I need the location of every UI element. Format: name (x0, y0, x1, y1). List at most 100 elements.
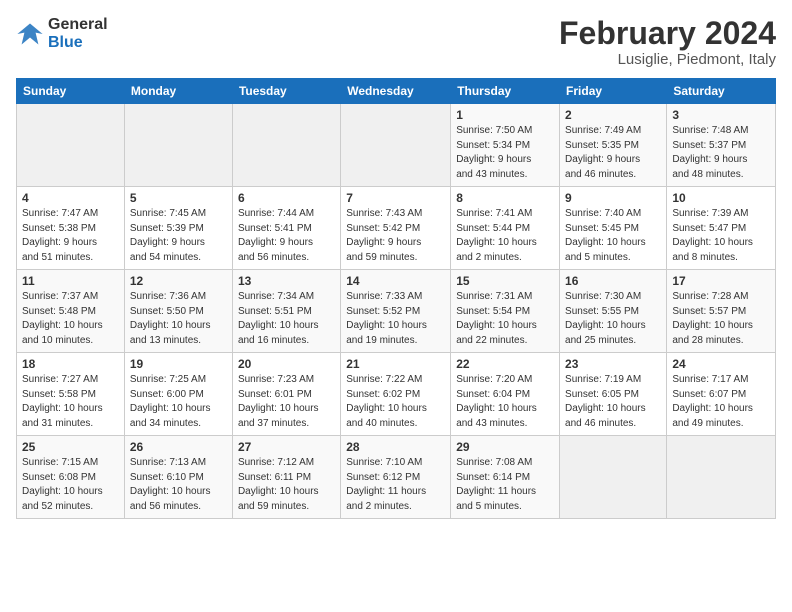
calendar-cell: 17 Sunrise: 7:28 AM Sunset: 5:57 PM Dayli… (667, 270, 776, 353)
week-row-1: 1Sunrise: 7:50 AM Sunset: 5:34 PM Daylig… (17, 104, 776, 187)
day-info: Sunrise: 7:50 AM Sunset: 5:34 PM Dayligh… (456, 124, 554, 182)
calendar-cell: 21 Sunrise: 7:22 AM Sunset: 6:02 PM Dayli… (341, 353, 451, 436)
calendar-cell: 5Sunrise: 7:45 AM Sunset: 5:39 PM Daylig… (124, 187, 232, 270)
calendar-cell: 23Sunrise: 7:19 AM Sunset: 6:05 PM Dayli… (560, 353, 667, 436)
day-number: 3 (672, 108, 770, 122)
day-info: Sunrise: 7:43 AM Sunset: 5:42 PM Dayligh… (346, 207, 445, 265)
day-info: Sunrise: 7:30 AM Sunset: 5:55 PM Dayligh… (565, 290, 661, 348)
calendar-cell: 27 Sunrise: 7:12 AM Sunset: 6:11 PM Dayli… (232, 436, 340, 519)
calendar-cell (232, 104, 340, 187)
day-header-friday: Friday (560, 79, 667, 104)
calendar-cell: 2 Sunrise: 7:49 AM Sunset: 5:35 PM Daylig… (560, 104, 667, 187)
calendar-cell: 29 Sunrise: 7:08 AM Sunset: 6:14 PM Dayli… (451, 436, 560, 519)
day-info: Sunrise: 7:45 AM Sunset: 5:39 PM Dayligh… (130, 207, 227, 265)
day-info: Sunrise: 7:44 AM Sunset: 5:41 PM Dayligh… (238, 207, 335, 265)
day-info: Sunrise: 7:27 AM Sunset: 5:58 PM Dayligh… (22, 373, 119, 431)
calendar-cell: 16 Sunrise: 7:30 AM Sunset: 5:55 PM Dayli… (560, 270, 667, 353)
day-number: 4 (22, 191, 119, 205)
day-number: 8 (456, 191, 554, 205)
calendar-cell: 12 Sunrise: 7:36 AM Sunset: 5:50 PM Dayli… (124, 270, 232, 353)
calendar-cell: 7 Sunrise: 7:43 AM Sunset: 5:42 PM Daylig… (341, 187, 451, 270)
day-number: 9 (565, 191, 661, 205)
day-info: Sunrise: 7:37 AM Sunset: 5:48 PM Dayligh… (22, 290, 119, 348)
calendar-subtitle: Lusiglie, Piedmont, Italy (559, 51, 776, 68)
day-info: Sunrise: 7:23 AM Sunset: 6:01 PM Dayligh… (238, 373, 335, 431)
calendar-cell: 1Sunrise: 7:50 AM Sunset: 5:34 PM Daylig… (451, 104, 560, 187)
day-header-tuesday: Tuesday (232, 79, 340, 104)
calendar-cell (124, 104, 232, 187)
day-number: 24 (672, 357, 770, 371)
day-number: 23 (565, 357, 661, 371)
day-info: Sunrise: 7:10 AM Sunset: 6:12 PM Dayligh… (346, 456, 445, 514)
day-info: Sunrise: 7:48 AM Sunset: 5:37 PM Dayligh… (672, 124, 770, 182)
day-info: Sunrise: 7:39 AM Sunset: 5:47 PM Dayligh… (672, 207, 770, 265)
day-info: Sunrise: 7:13 AM Sunset: 6:10 PM Dayligh… (130, 456, 227, 514)
day-info: Sunrise: 7:15 AM Sunset: 6:08 PM Dayligh… (22, 456, 119, 514)
day-number: 2 (565, 108, 661, 122)
calendar-cell: 19 Sunrise: 7:25 AM Sunset: 6:00 PM Dayli… (124, 353, 232, 436)
day-number: 19 (130, 357, 227, 371)
day-number: 29 (456, 440, 554, 454)
day-info: Sunrise: 7:36 AM Sunset: 5:50 PM Dayligh… (130, 290, 227, 348)
day-header-monday: Monday (124, 79, 232, 104)
calendar-cell: 13 Sunrise: 7:34 AM Sunset: 5:51 PM Dayli… (232, 270, 340, 353)
day-info: Sunrise: 7:49 AM Sunset: 5:35 PM Dayligh… (565, 124, 661, 182)
title-area: February 2024 Lusiglie, Piedmont, Italy (559, 16, 776, 68)
day-number: 28 (346, 440, 445, 454)
day-info: Sunrise: 7:40 AM Sunset: 5:45 PM Dayligh… (565, 207, 661, 265)
day-number: 26 (130, 440, 227, 454)
day-info: Sunrise: 7:08 AM Sunset: 6:14 PM Dayligh… (456, 456, 554, 514)
header: General Blue February 2024 Lusiglie, Pie… (16, 16, 776, 68)
day-number: 16 (565, 274, 661, 288)
day-number: 27 (238, 440, 335, 454)
logo-text: General Blue (48, 16, 108, 51)
calendar-cell: 8 Sunrise: 7:41 AM Sunset: 5:44 PM Daylig… (451, 187, 560, 270)
calendar-cell: 15 Sunrise: 7:31 AM Sunset: 5:54 PM Dayli… (451, 270, 560, 353)
day-info: Sunrise: 7:41 AM Sunset: 5:44 PM Dayligh… (456, 207, 554, 265)
calendar-cell: 10 Sunrise: 7:39 AM Sunset: 5:47 PM Dayli… (667, 187, 776, 270)
calendar-cell: 9 Sunrise: 7:40 AM Sunset: 5:45 PM Daylig… (560, 187, 667, 270)
logo: General Blue (16, 16, 108, 51)
week-row-2: 4 Sunrise: 7:47 AM Sunset: 5:38 PM Daylig… (17, 187, 776, 270)
week-row-5: 25 Sunrise: 7:15 AM Sunset: 6:08 PM Dayli… (17, 436, 776, 519)
day-info: Sunrise: 7:31 AM Sunset: 5:54 PM Dayligh… (456, 290, 554, 348)
day-number: 14 (346, 274, 445, 288)
calendar-cell (667, 436, 776, 519)
day-number: 20 (238, 357, 335, 371)
calendar-cell: 4 Sunrise: 7:47 AM Sunset: 5:38 PM Daylig… (17, 187, 125, 270)
day-number: 13 (238, 274, 335, 288)
week-row-3: 11Sunrise: 7:37 AM Sunset: 5:48 PM Dayli… (17, 270, 776, 353)
day-number: 21 (346, 357, 445, 371)
day-number: 17 (672, 274, 770, 288)
calendar-cell: 11Sunrise: 7:37 AM Sunset: 5:48 PM Dayli… (17, 270, 125, 353)
calendar-cell: 28 Sunrise: 7:10 AM Sunset: 6:12 PM Dayli… (341, 436, 451, 519)
calendar-cell (560, 436, 667, 519)
day-info: Sunrise: 7:12 AM Sunset: 6:11 PM Dayligh… (238, 456, 335, 514)
calendar-cell: 6 Sunrise: 7:44 AM Sunset: 5:41 PM Daylig… (232, 187, 340, 270)
day-info: Sunrise: 7:17 AM Sunset: 6:07 PM Dayligh… (672, 373, 770, 431)
day-info: Sunrise: 7:47 AM Sunset: 5:38 PM Dayligh… (22, 207, 119, 265)
calendar-cell: 26 Sunrise: 7:13 AM Sunset: 6:10 PM Dayli… (124, 436, 232, 519)
day-header-thursday: Thursday (451, 79, 560, 104)
day-number: 7 (346, 191, 445, 205)
day-number: 18 (22, 357, 119, 371)
day-number: 12 (130, 274, 227, 288)
day-info: Sunrise: 7:22 AM Sunset: 6:02 PM Dayligh… (346, 373, 445, 431)
day-info: Sunrise: 7:25 AM Sunset: 6:00 PM Dayligh… (130, 373, 227, 431)
calendar-cell: 18 Sunrise: 7:27 AM Sunset: 5:58 PM Dayli… (17, 353, 125, 436)
day-number: 10 (672, 191, 770, 205)
day-number: 22 (456, 357, 554, 371)
day-info: Sunrise: 7:34 AM Sunset: 5:51 PM Dayligh… (238, 290, 335, 348)
calendar-cell (341, 104, 451, 187)
day-number: 6 (238, 191, 335, 205)
day-number: 25 (22, 440, 119, 454)
day-number: 15 (456, 274, 554, 288)
calendar-cell: 25 Sunrise: 7:15 AM Sunset: 6:08 PM Dayli… (17, 436, 125, 519)
day-headers-row: SundayMondayTuesdayWednesdayThursdayFrid… (17, 79, 776, 104)
day-info: Sunrise: 7:28 AM Sunset: 5:57 PM Dayligh… (672, 290, 770, 348)
day-header-sunday: Sunday (17, 79, 125, 104)
week-row-4: 18 Sunrise: 7:27 AM Sunset: 5:58 PM Dayli… (17, 353, 776, 436)
calendar-cell (17, 104, 125, 187)
day-info: Sunrise: 7:20 AM Sunset: 6:04 PM Dayligh… (456, 373, 554, 431)
calendar-title: February 2024 (559, 16, 776, 51)
